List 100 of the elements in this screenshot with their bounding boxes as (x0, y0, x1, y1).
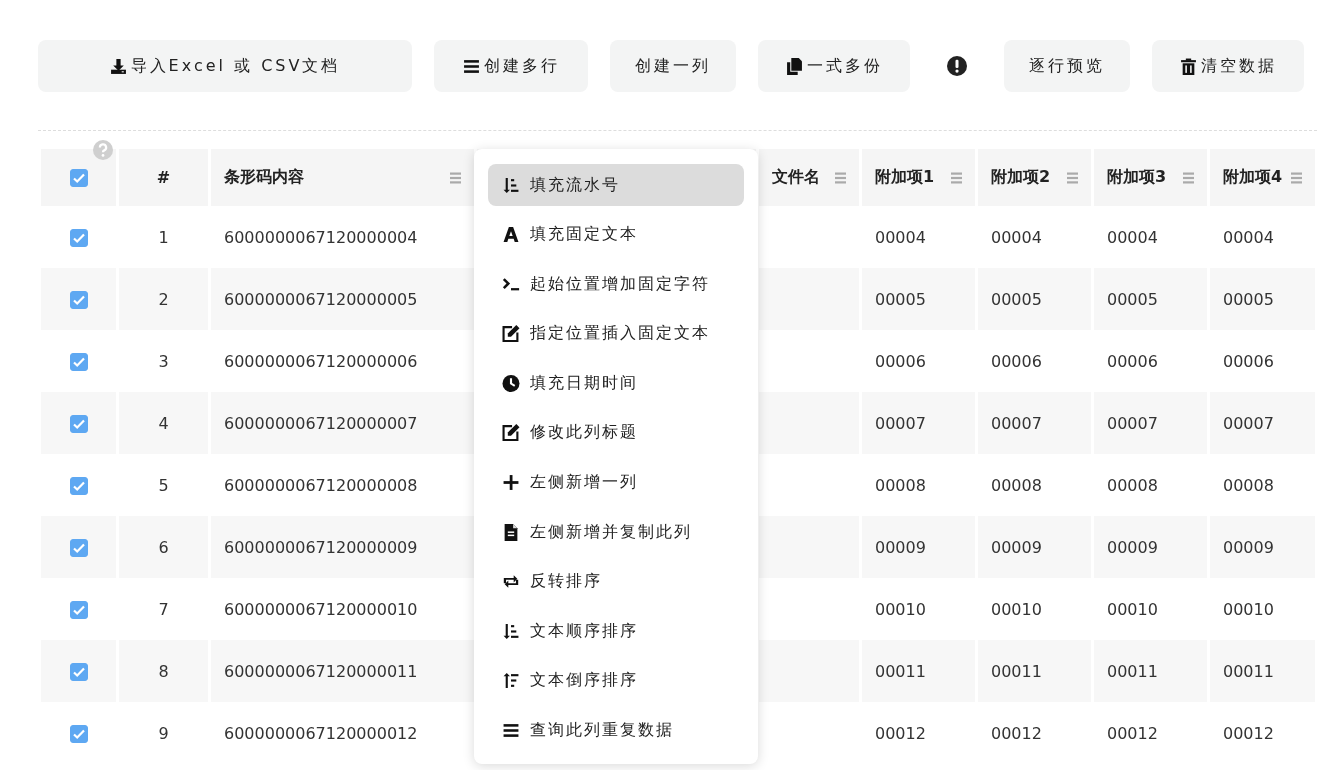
table-cell: 2 (158, 289, 169, 309)
edit-icon (502, 424, 520, 442)
checkbox[interactable] (69, 538, 88, 557)
table-cell: 00012 (991, 723, 1042, 743)
table-cell: 00004 (1107, 227, 1158, 247)
table-cell: 00009 (1223, 537, 1274, 557)
table-cell: 00010 (875, 599, 926, 619)
toolbar-button[interactable]: 逐行预览 (1004, 40, 1130, 92)
table-cell: 6000000067120000009 (224, 537, 418, 557)
table-cell: 3 (158, 351, 169, 371)
table-cell: 00010 (1107, 599, 1158, 619)
table-cell: 00011 (1107, 661, 1158, 681)
checkbox[interactable] (69, 228, 88, 247)
table-cell: 00005 (1107, 289, 1158, 309)
menu-item[interactable]: 填充日期时间 (488, 362, 744, 405)
table-cell: 8 (158, 661, 169, 681)
toolbar-button[interactable]: 创建一列 (610, 40, 736, 92)
table-cell: 00004 (991, 227, 1042, 247)
table-cell: 00012 (875, 723, 926, 743)
menu-item[interactable]: 反转排序 (488, 560, 744, 603)
table-cell: 00011 (875, 661, 926, 681)
table-cell: 00008 (1107, 475, 1158, 495)
sort-down-icon (502, 622, 520, 640)
menu-item[interactable]: 指定位置插入固定文本 (488, 312, 744, 355)
checkbox[interactable] (69, 662, 88, 681)
toolbar-button[interactable]: 创建多行 (434, 40, 588, 92)
checkbox[interactable] (69, 724, 88, 743)
checkbox[interactable] (69, 169, 88, 188)
table-cell: 1 (158, 227, 169, 247)
table-cell: 5 (158, 475, 169, 495)
table-cell: 00012 (1223, 723, 1274, 743)
toolbar-button[interactable]: 导入Excel 或 CSV文档 (38, 40, 412, 92)
table-cell: 6 (158, 537, 169, 557)
column-header: 附加项1 (875, 167, 935, 188)
menu-item[interactable]: 左侧新增并复制此列 (488, 511, 744, 554)
menu-icon (462, 57, 480, 75)
table-cell: 6000000067120000007 (224, 413, 418, 433)
plus-icon (502, 474, 520, 492)
terminal-icon (502, 275, 520, 293)
table-cell: 00007 (1223, 413, 1274, 433)
column-header: 文件名 (772, 167, 820, 188)
toolbar-button[interactable]: 一式多份 (758, 40, 910, 92)
letter-icon (502, 226, 520, 244)
table-cell: 00006 (1107, 351, 1158, 371)
table-cell: 00009 (991, 537, 1042, 557)
table-cell: 00009 (1107, 537, 1158, 557)
table-cell: 00005 (1223, 289, 1274, 309)
table-cell: 00012 (1107, 723, 1158, 743)
menu-item[interactable]: 修改此列标题 (488, 411, 744, 454)
download-icon (109, 57, 127, 75)
table-cell: 6000000067120000006 (224, 351, 418, 371)
table-cell: 00006 (991, 351, 1042, 371)
table-cell: 7 (158, 599, 169, 619)
table-cell: 00007 (991, 413, 1042, 433)
menu-item[interactable]: 填充流水号 (488, 164, 744, 206)
menu-item[interactable]: 查询此列重复数据 (488, 709, 744, 752)
menu-item[interactable]: 起始位置增加固定字符 (488, 263, 744, 306)
table-cell: 00006 (875, 351, 926, 371)
checkbox[interactable] (69, 352, 88, 371)
table-cell: 00008 (875, 475, 926, 495)
table-cell: 00007 (875, 413, 926, 433)
checkbox[interactable] (69, 414, 88, 433)
table-cell: 00007 (1107, 413, 1158, 433)
clock-icon (502, 374, 520, 392)
column-header: 附加项4 (1223, 167, 1283, 188)
table-cell: 00009 (875, 537, 926, 557)
copy-icon (785, 57, 803, 75)
file-icon (502, 523, 520, 541)
sort-down-icon (502, 176, 520, 194)
table-cell: 00005 (875, 289, 926, 309)
table-cell: 9 (158, 723, 169, 743)
sort-up-icon (502, 672, 520, 690)
menu-item[interactable]: 文本顺序排序 (488, 610, 744, 653)
table-cell: 6000000067120000004 (224, 227, 418, 247)
table-cell: 00004 (875, 227, 926, 247)
table-cell: 6000000067120000008 (224, 475, 418, 495)
trash-icon (1179, 57, 1197, 75)
column-header: 附加项2 (991, 167, 1051, 188)
menu-item[interactable]: 文本倒序排序 (488, 659, 744, 702)
table-cell: 6000000067120000005 (224, 289, 418, 309)
table-cell: 4 (158, 413, 169, 433)
checkbox[interactable] (69, 600, 88, 619)
table-cell: 00011 (1223, 661, 1274, 681)
table-cell: 00005 (991, 289, 1042, 309)
table-cell: 00008 (1223, 475, 1274, 495)
menu-item[interactable]: 填充固定文本 (488, 213, 744, 256)
menu-icon (502, 722, 520, 740)
alert-icon (947, 56, 967, 76)
checkbox[interactable] (69, 476, 88, 495)
table-cell: 00006 (1223, 351, 1274, 371)
edit-icon (502, 325, 520, 343)
menu-item[interactable]: 左侧新增一列 (488, 461, 744, 504)
toolbar-button[interactable]: 清空数据 (1152, 40, 1304, 92)
table-cell: 00011 (991, 661, 1042, 681)
table-cell: 00004 (1223, 227, 1274, 247)
table-cell: 00008 (991, 475, 1042, 495)
checkbox[interactable] (69, 290, 88, 309)
column-header: 条形码内容 (224, 167, 304, 188)
column-header: 附加项3 (1107, 167, 1167, 188)
table-cell: 6000000067120000012 (224, 723, 418, 743)
